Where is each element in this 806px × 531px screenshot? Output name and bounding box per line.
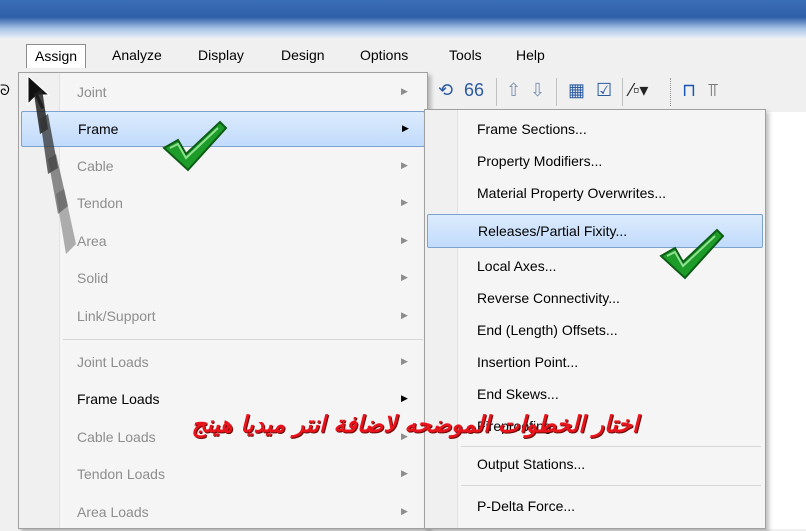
submenu-item-p-delta-force[interactable]: P-Delta Force... <box>427 489 763 525</box>
menu-display[interactable]: Display <box>190 44 252 68</box>
frame-submenu: Frame Sections... Property Modifiers... … <box>424 109 766 529</box>
submenu-separator <box>461 485 761 486</box>
submenu-item-output-stations[interactable]: Output Stations... <box>427 447 763 483</box>
submenu-item-material-overwrites[interactable]: Material Property Overwrites... <box>427 176 763 212</box>
menu-help[interactable]: Help <box>508 44 553 68</box>
toolbar-separator <box>670 78 672 106</box>
submenu-item-label: Reverse Connectivity... <box>477 290 620 306</box>
menu-separator <box>63 339 423 340</box>
left-background <box>0 112 18 529</box>
checkmark-icon <box>162 120 228 172</box>
submenu-item-insertion-point[interactable]: Insertion Point... <box>427 345 763 381</box>
submenu-item-label: Insertion Point... <box>477 354 579 370</box>
submenu-item-label: Material Property Overwrites... <box>477 185 667 201</box>
rotate-3d-icon[interactable]: ⟲ <box>438 80 453 101</box>
submenu-item-property-modifiers[interactable]: Property Modifiers... <box>427 144 763 180</box>
submenu-arrow-icon: ▶ <box>401 272 408 282</box>
menu-item-area-loads[interactable]: Area Loads ▶ <box>21 495 425 531</box>
submenu-item-reverse-connectivity[interactable]: Reverse Connectivity... <box>427 281 763 317</box>
submenu-arrow-icon: ▶ <box>401 393 408 403</box>
submenu-item-label: Releases/Partial Fixity... <box>478 223 628 239</box>
submenu-item-frame-sections[interactable]: Frame Sections... <box>427 112 763 148</box>
submenu-item-label: End Skews... <box>477 386 559 402</box>
menu-item-joint-loads[interactable]: Joint Loads ▶ <box>21 345 425 381</box>
toolbar-partial-icon: ᘐ <box>0 82 10 98</box>
menu-options[interactable]: Options <box>352 44 416 68</box>
checkmark-icon <box>659 228 725 280</box>
menu-tools[interactable]: Tools <box>441 44 490 68</box>
submenu-arrow-icon: ▶ <box>401 468 408 478</box>
submenu-item-end-offsets[interactable]: End (Length) Offsets... <box>427 313 763 349</box>
submenu-arrow-icon: ▶ <box>401 235 408 245</box>
menu-item-label: Frame Loads <box>77 391 160 407</box>
arrow-down-icon[interactable]: ⇩ <box>530 80 545 101</box>
menu-item-label: Joint Loads <box>77 354 149 370</box>
annotation-text: اختار الخطوات الموضحه لاضافة انتر ميديا … <box>191 412 639 438</box>
menu-bar: Assign Analyze Display Design Options To… <box>0 38 806 72</box>
menu-design[interactable]: Design <box>273 44 333 68</box>
fraction-icon[interactable]: ⁄▫▾ <box>630 80 648 101</box>
menu-item-label: Area Loads <box>77 504 149 520</box>
submenu-arrow-icon: ▶ <box>401 310 408 320</box>
menu-item-label: Link/Support <box>77 308 156 324</box>
submenu-arrow-icon: ▶ <box>401 197 408 207</box>
submenu-item-label: End (Length) Offsets... <box>477 322 618 338</box>
submenu-item-end-skews[interactable]: End Skews... <box>427 377 763 413</box>
menu-analyze[interactable]: Analyze <box>104 44 170 68</box>
menu-assign[interactable]: Assign <box>26 44 87 68</box>
canvas-area <box>764 112 806 529</box>
checkbox-icon[interactable]: ☑ <box>596 80 612 101</box>
arrow-up-icon[interactable]: ⇧ <box>506 80 521 101</box>
mouse-cursor-icon <box>27 74 76 254</box>
submenu-arrow-icon: ▶ <box>401 86 408 96</box>
submenu-item-label: Property Modifiers... <box>477 153 603 169</box>
submenu-item-label: Local Axes... <box>477 258 557 274</box>
submenu-item-label: Frame Sections... <box>477 121 587 137</box>
submenu-arrow-icon: ▶ <box>402 123 409 133</box>
menu-item-label: Tendon Loads <box>77 466 165 482</box>
toolbar-separator <box>496 78 497 106</box>
toolbar: ⟲ 66 ⇧ ⇩ ▦ ☑ ⁄▫▾ ⊓ ⫪ <box>426 72 806 112</box>
grid-snap-icon[interactable]: ▦ <box>568 80 585 101</box>
window-title-bar <box>0 0 806 38</box>
toolbar-separator <box>556 78 557 106</box>
menu-item-link-support[interactable]: Link/Support ▶ <box>21 299 425 335</box>
column-draw-icon[interactable]: ⫪ <box>708 80 718 101</box>
glasses-view-icon[interactable]: 66 <box>464 80 484 101</box>
menu-item-tendon-loads[interactable]: Tendon Loads ▶ <box>21 457 425 493</box>
frame-draw-icon[interactable]: ⊓ <box>682 80 696 101</box>
toolbar-left-stub: ᘐ <box>0 72 10 112</box>
submenu-arrow-icon: ▶ <box>401 160 408 170</box>
submenu-arrow-icon: ▶ <box>401 356 408 366</box>
submenu-item-label: P-Delta Force... <box>477 498 576 514</box>
submenu-arrow-icon: ▶ <box>401 506 408 516</box>
menu-item-label: Cable Loads <box>77 429 156 445</box>
submenu-item-label: Output Stations... <box>477 456 586 472</box>
toolbar-separator <box>622 78 623 106</box>
